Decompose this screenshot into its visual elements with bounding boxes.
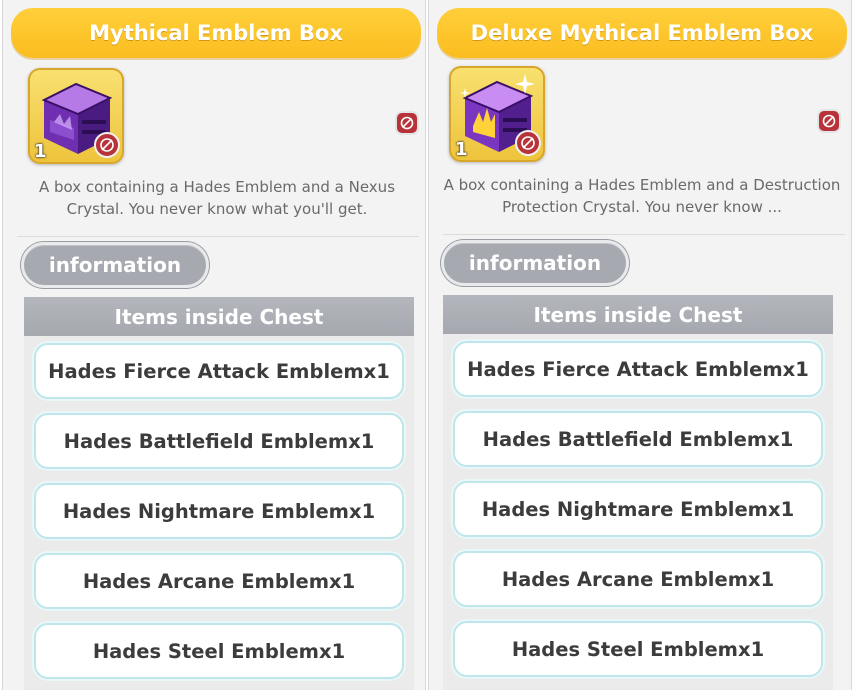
no-trade-icon [94,132,120,158]
item-description: A box containing a Hades Emblem and a Ne… [38,178,396,218]
chest-header: Items inside Chest [443,295,833,334]
no-trade-icon [515,130,541,156]
chest-item[interactable]: Hades Battlefield Emblemx1 [34,413,404,469]
chest-header: Items inside Chest [24,297,414,336]
chest-item[interactable]: Hades Fierce Attack Emblemx1 [453,341,823,397]
information-button[interactable]: information [441,240,629,286]
chest-item[interactable]: Hades Arcane Emblemx1 [453,551,823,607]
information-button[interactable]: information [21,242,209,288]
screen: Mythical Emblem Box 1 A box containing a… [0,0,853,690]
chest-item[interactable]: Hades Nightmare Emblemx1 [453,481,823,537]
chest-item[interactable]: Hades Steel Emblemx1 [453,621,823,677]
chest-item[interactable]: Hades Steel Emblemx1 [34,623,404,679]
chest-item[interactable]: Hades Nightmare Emblemx1 [34,483,404,539]
untradeable-icon[interactable] [817,109,841,133]
panel-title: Deluxe Mythical Emblem Box [437,8,847,58]
chest-contents: Items inside Chest Hades Fierce Attack E… [24,297,414,690]
chest-item[interactable]: Hades Battlefield Emblemx1 [453,411,823,467]
divider [443,234,845,235]
chest-item[interactable]: Hades Arcane Emblemx1 [34,553,404,609]
item-slot[interactable]: 1 [449,66,545,162]
item-quantity: 1 [455,139,468,160]
panel-deluxe-mythical-emblem-box: Deluxe Mythical Emblem Box 1 A box conta… [428,0,852,690]
panel-mythical-emblem-box: Mythical Emblem Box 1 A box containing a… [2,0,426,690]
item-slot[interactable]: 1 [28,68,124,164]
item-quantity: 1 [34,141,47,162]
divider [17,236,419,237]
panel-title: Mythical Emblem Box [11,8,421,58]
chest-contents: Items inside Chest Hades Fierce Attack E… [443,295,833,690]
item-description: A box containing a Hades Emblem and a De… [443,176,841,216]
untradeable-icon[interactable] [395,111,419,135]
chest-item[interactable]: Hades Fierce Attack Emblemx1 [34,343,404,399]
